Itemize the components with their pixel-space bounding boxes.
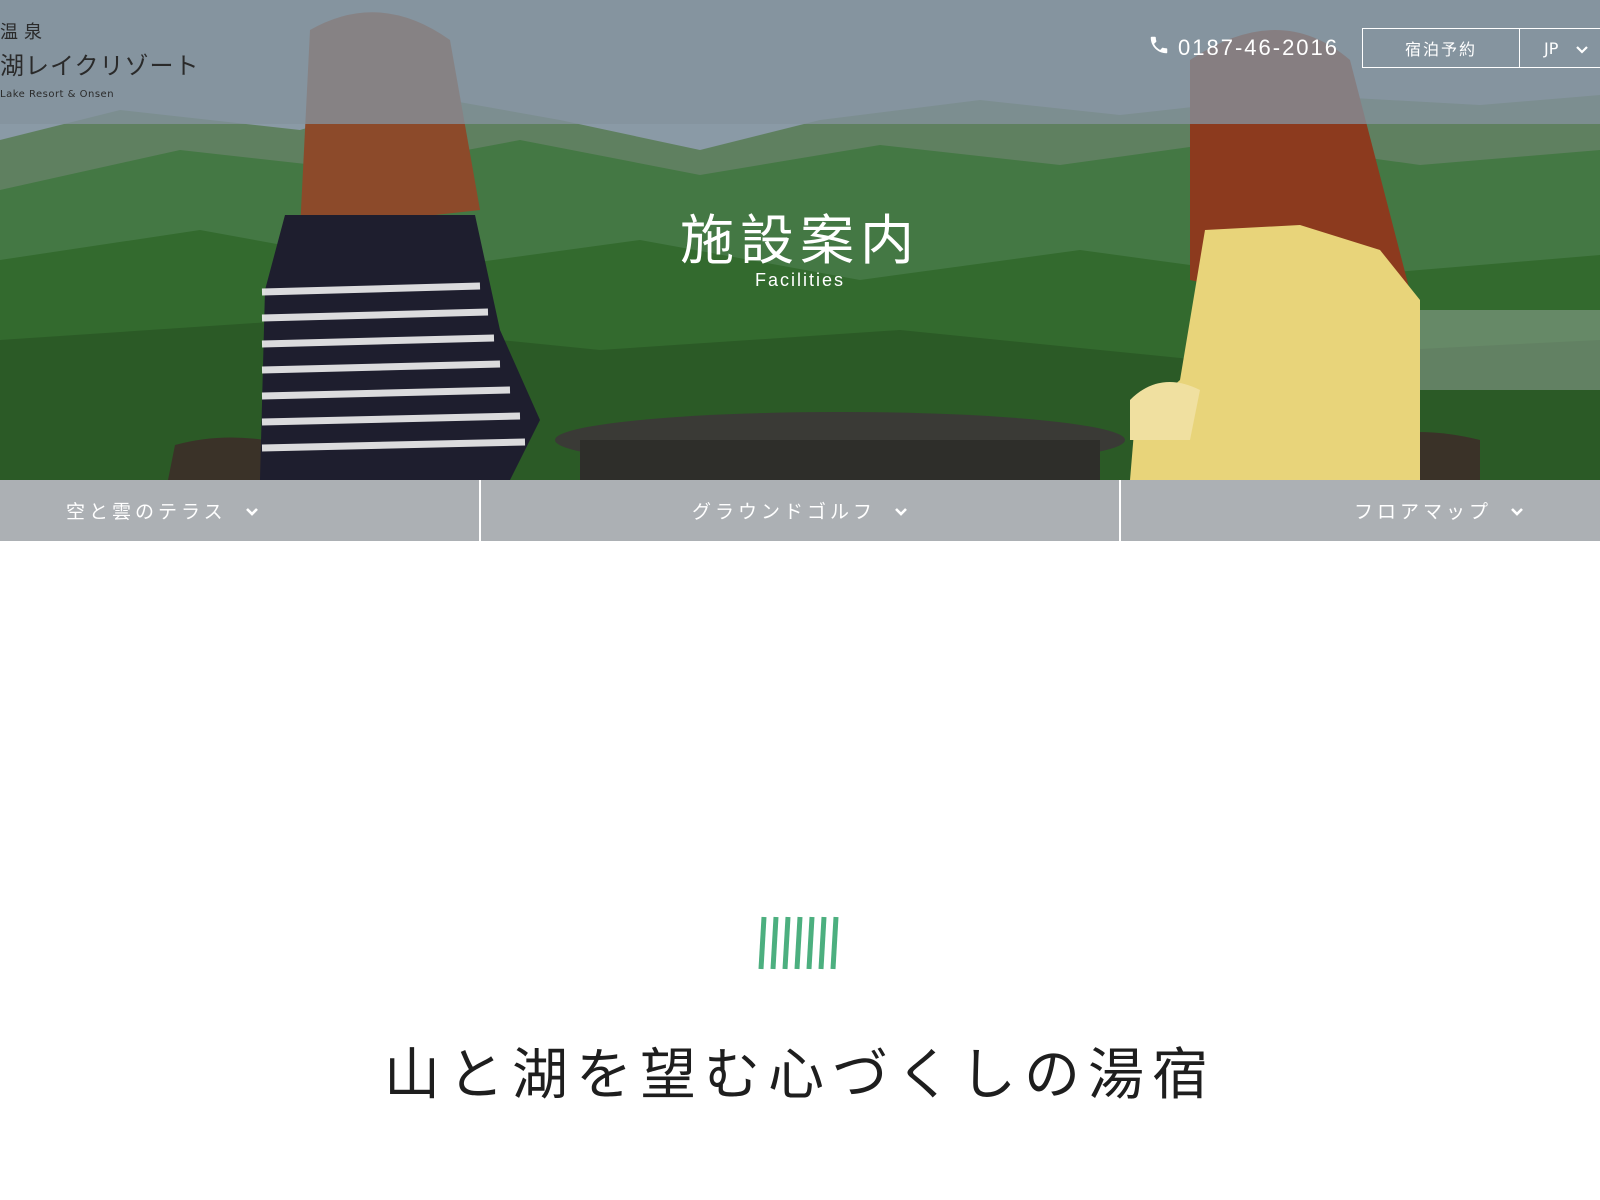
main-heading: 山と湖を望む心づくしの湯宿 (384, 1043, 1216, 1108)
phone-number-link[interactable]: 0187-46-2016 (1148, 34, 1339, 62)
subnav-item-terrace[interactable]: 空と雲のテラス (0, 480, 479, 541)
page-title: 施設案内 (680, 209, 920, 272)
language-label: JP (1544, 38, 1559, 58)
chevron-down-icon (1492, 500, 1524, 522)
chevron-down-icon (227, 500, 259, 522)
chevron-down-icon (1576, 39, 1589, 58)
stripes-ornament-icon (758, 916, 839, 970)
logo-line2: 湖レイクリゾート (0, 52, 200, 80)
phone-icon (1148, 34, 1170, 62)
logo-line3: Lake Resort & Onsen (0, 89, 115, 100)
subnav-item-label: グラウンドゴルフ (691, 501, 876, 523)
language-selector[interactable]: JP (1520, 28, 1600, 68)
subnav-item-ground-golf[interactable]: グラウンドゴルフ (481, 480, 1118, 541)
subnav-item-label: 空と雲のテラス (66, 501, 227, 523)
logo-line1: 温泉 (0, 22, 48, 43)
phone-number: 0187-46-2016 (1178, 35, 1340, 60)
facility-subnav: 空と雲のテラス グラウンドゴルフ フロアマップ (0, 480, 1600, 541)
page-subtitle: Facilities (754, 270, 845, 290)
subnav-item-label: フロアマップ (1354, 501, 1493, 523)
header-bar (0, 0, 1600, 124)
site-logo[interactable]: 温泉 湖レイクリゾート Lake Resort & Onsen (0, 18, 200, 100)
reserve-button[interactable]: 宿泊予約 (1362, 28, 1520, 68)
subnav-item-floor-map[interactable]: フロアマップ (1121, 480, 1600, 541)
chevron-down-icon (876, 500, 908, 522)
hero-banner: 温泉 湖レイクリゾート Lake Resort & Onsen 0187-46-… (0, 0, 1600, 480)
